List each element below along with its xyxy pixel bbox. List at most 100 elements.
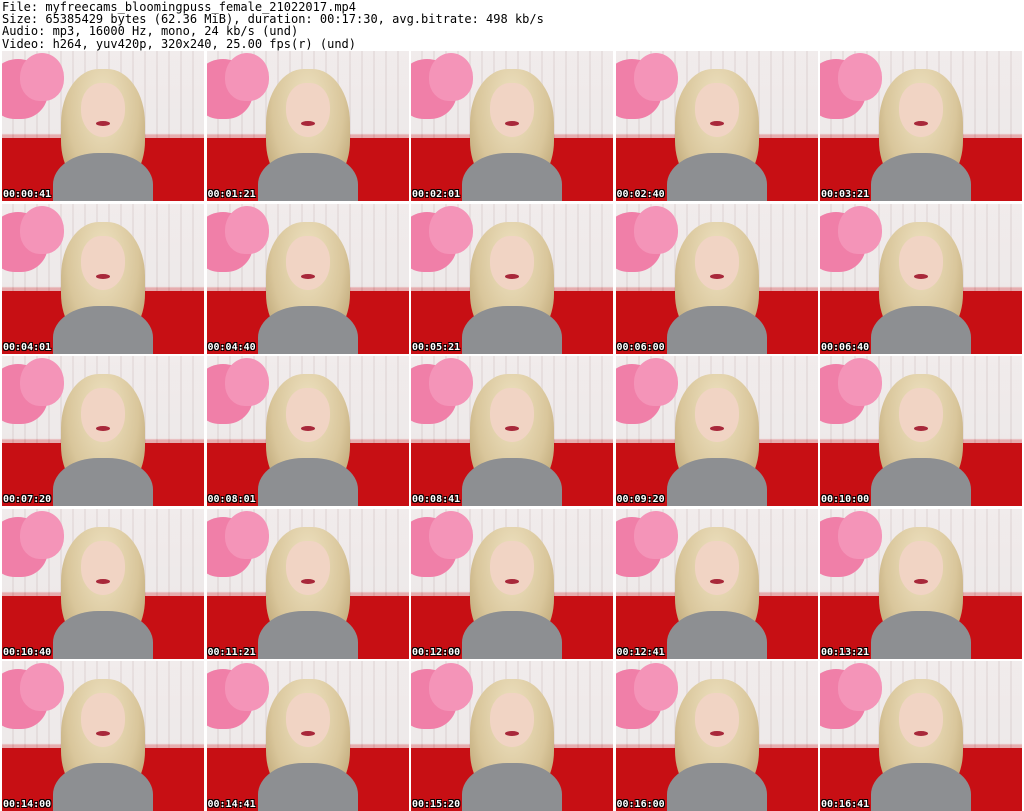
sweater <box>462 305 562 354</box>
face <box>490 540 534 595</box>
face <box>81 83 125 137</box>
file-info-header: File: myfreecams_bloomingpuss_female_210… <box>0 0 1024 50</box>
lips <box>96 426 110 431</box>
sweater <box>871 458 971 506</box>
sweater <box>462 153 562 201</box>
face <box>899 540 943 595</box>
video-thumbnail: 00:06:40 <box>820 203 1022 354</box>
timestamp-label: 00:06:40 <box>821 341 870 353</box>
video-thumbnail: 00:07:20 <box>2 356 204 506</box>
video-thumbnail: 00:04:40 <box>206 203 409 354</box>
timestamp-label: 00:11:21 <box>207 646 256 658</box>
sweater <box>53 153 153 201</box>
video-thumbnail: 00:06:00 <box>615 203 818 354</box>
person-figure <box>452 214 572 354</box>
person-figure <box>657 366 777 506</box>
person-figure <box>43 519 163 659</box>
person-figure <box>657 519 777 659</box>
lips <box>505 121 519 126</box>
sweater <box>666 610 767 659</box>
video-thumbnail: 00:08:41 <box>411 356 613 506</box>
face <box>899 388 943 442</box>
lips <box>914 731 928 736</box>
timestamp-label: 00:04:01 <box>3 341 52 353</box>
timestamp-label: 00:02:40 <box>616 189 665 200</box>
person-figure <box>43 671 163 811</box>
sweater <box>666 763 767 811</box>
lips <box>96 121 110 126</box>
face <box>490 235 534 290</box>
face <box>490 693 534 747</box>
lips <box>300 426 315 431</box>
face <box>899 693 943 747</box>
timestamp-label: 00:04:40 <box>207 341 256 353</box>
person-figure <box>43 214 163 354</box>
video-thumbnail: 00:01:21 <box>206 51 409 201</box>
timestamp-label: 00:16:41 <box>821 799 870 810</box>
person-figure <box>861 366 981 506</box>
video-thumbnail: 00:16:00 <box>615 661 818 811</box>
person-figure <box>861 671 981 811</box>
person-figure <box>657 671 777 811</box>
lips <box>300 273 315 279</box>
lips <box>505 578 519 584</box>
video-thumbnail: 00:11:21 <box>206 508 409 659</box>
face <box>694 235 739 290</box>
timestamp-label: 00:08:41 <box>412 494 461 505</box>
video-thumbnail: 00:12:00 <box>411 508 613 659</box>
person-figure <box>452 671 572 811</box>
lips <box>300 731 315 736</box>
timestamp-label: 00:12:41 <box>616 646 665 658</box>
lips <box>709 273 724 279</box>
person-figure <box>861 61 981 201</box>
timestamp-label: 00:03:21 <box>821 189 870 200</box>
sweater <box>257 458 358 506</box>
video-thumbnail: 00:03:21 <box>820 51 1022 201</box>
lips <box>505 426 519 431</box>
audio-info-line: Audio: mp3, 16000 Hz, mono, 24 kb/s (und… <box>2 24 299 39</box>
timestamp-label: 00:14:00 <box>3 799 52 810</box>
face <box>899 235 943 290</box>
timestamp-label: 00:09:20 <box>616 494 665 505</box>
sweater <box>666 153 767 201</box>
person-figure <box>452 61 572 201</box>
lips <box>505 273 519 279</box>
timestamp-label: 00:02:01 <box>412 189 461 200</box>
sweater <box>462 763 562 811</box>
lips <box>300 578 315 584</box>
person-figure <box>861 519 981 659</box>
person-figure <box>248 519 368 659</box>
sweater <box>462 610 562 659</box>
timestamp-label: 00:13:21 <box>821 646 870 658</box>
face <box>490 388 534 442</box>
lips <box>914 273 928 279</box>
video-thumbnail: 00:04:01 <box>2 203 204 354</box>
sweater <box>257 153 358 201</box>
person-figure <box>248 366 368 506</box>
face <box>694 693 739 747</box>
face <box>285 693 330 747</box>
face <box>694 540 739 595</box>
sweater <box>53 458 153 506</box>
video-thumbnail: 00:12:41 <box>615 508 818 659</box>
lips <box>709 121 724 126</box>
face <box>81 540 125 595</box>
person-figure <box>248 61 368 201</box>
timestamp-label: 00:10:40 <box>3 646 52 658</box>
thumbnail-grid: 00:00:41 00:01:21 00:02:01 00:02:40 00:03:21… <box>2 51 1022 811</box>
timestamp-label: 00:05:21 <box>412 341 461 353</box>
timestamp-label: 00:10:00 <box>821 494 870 505</box>
video-thumbnail: 00:13:21 <box>820 508 1022 659</box>
face <box>694 388 739 442</box>
lips <box>914 426 928 431</box>
face <box>81 235 125 290</box>
face <box>694 83 739 137</box>
lips <box>709 731 724 736</box>
video-thumbnail: 00:10:00 <box>820 356 1022 506</box>
sweater <box>53 763 153 811</box>
sweater <box>666 305 767 354</box>
timestamp-label: 00:15:20 <box>412 799 461 810</box>
lips <box>709 426 724 431</box>
sweater <box>53 305 153 354</box>
video-thumbnail: 00:09:20 <box>615 356 818 506</box>
